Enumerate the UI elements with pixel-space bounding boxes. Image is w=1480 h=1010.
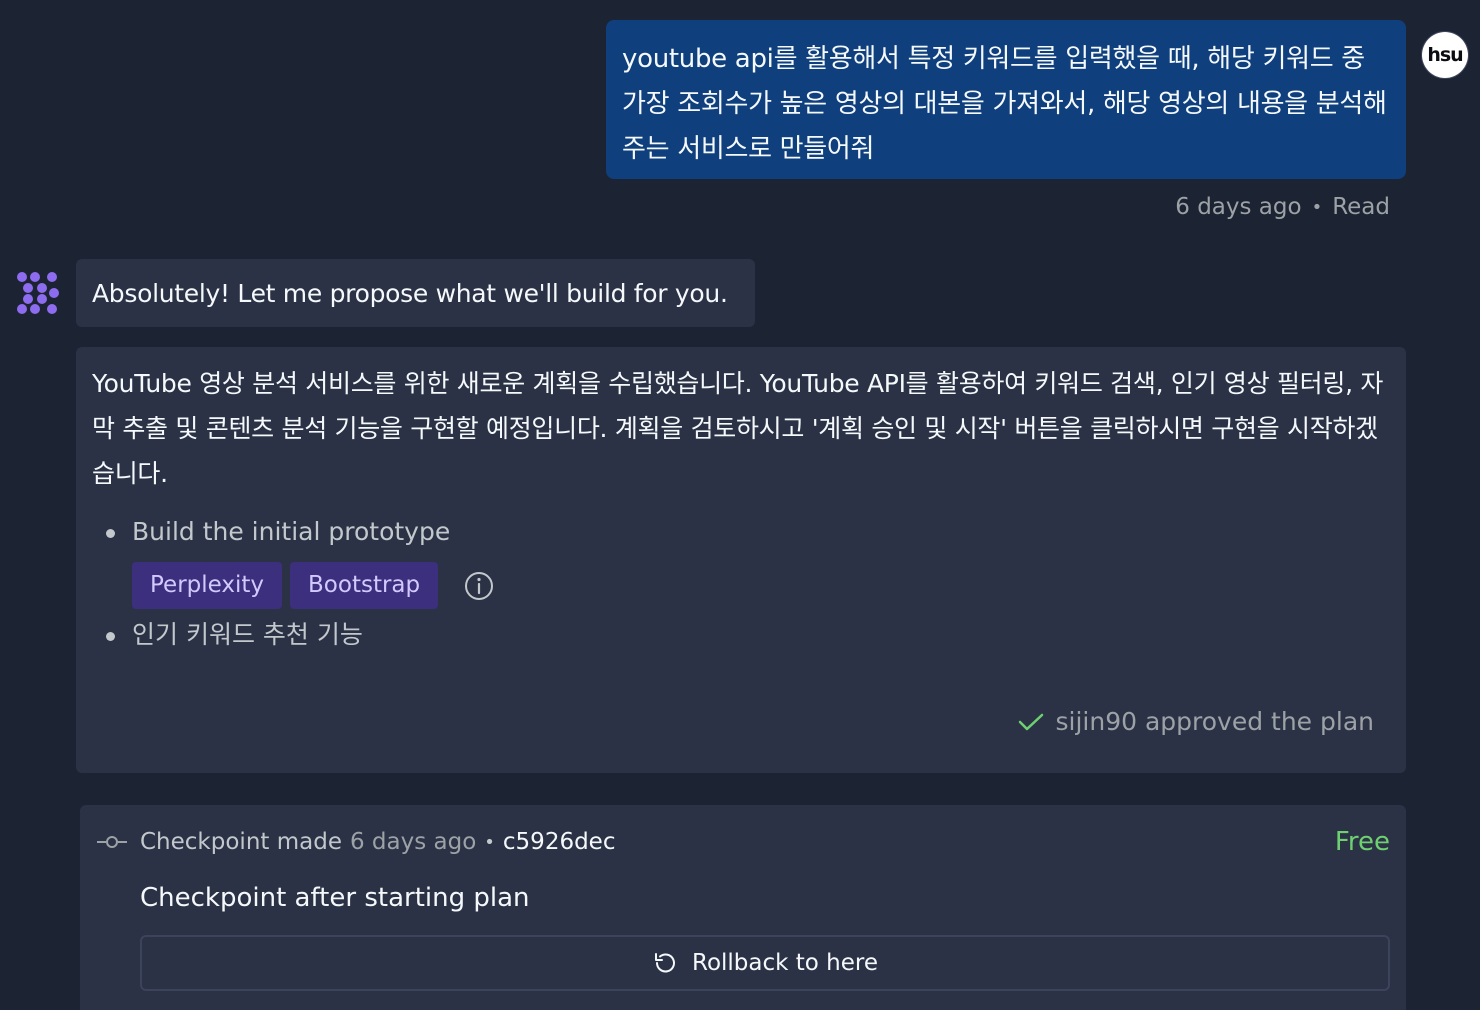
- plan-item-label: Build the initial prototype: [132, 517, 451, 546]
- plan-item-label: 인기 키워드 추천 기능: [132, 620, 363, 649]
- check-icon: [1018, 713, 1043, 730]
- info-icon[interactable]: [464, 571, 494, 601]
- checkpoint-hash[interactable]: c5926dec: [503, 829, 616, 855]
- user-message-bubble: youtube api를 활용해서 특정 키워드를 입력했을 때, 해당 키워드…: [606, 20, 1406, 179]
- checkpoint-label: Checkpoint made: [140, 829, 342, 855]
- plan-item-tags: Perplexity Bootstrap: [132, 562, 1390, 609]
- commit-icon: [97, 836, 127, 848]
- plan-list: Build the initial prototype: [92, 512, 1390, 552]
- tag-bootstrap[interactable]: Bootstrap: [290, 562, 439, 609]
- checkpoint-card: Checkpoint made 6 days ago • c5926dec Fr…: [80, 805, 1406, 1010]
- checkpoint-title: Checkpoint after starting plan: [140, 883, 530, 913]
- avatar-text: hsu: [1422, 32, 1468, 78]
- checkpoint-header: Checkpoint made 6 days ago • c5926dec: [96, 829, 615, 855]
- meta-separator: •: [1311, 196, 1323, 218]
- checkpoint-cost-badge: Free: [1334, 827, 1390, 857]
- rollback-label: Rollback to here: [692, 950, 878, 976]
- plan-item: Build the initial prototype: [92, 512, 1390, 552]
- plan-list-continued: 인기 키워드 추천 기능: [92, 615, 1390, 655]
- agent-intro-bubble: Absolutely! Let me propose what we'll bu…: [76, 259, 755, 327]
- agent-intro-text: Absolutely! Let me propose what we'll bu…: [92, 278, 728, 308]
- user-message-text: youtube api를 활용해서 특정 키워드를 입력했을 때, 해당 키워드…: [622, 44, 1387, 164]
- approval-text: sijin90 approved the plan: [1055, 707, 1375, 736]
- user-avatar[interactable]: hsu: [1421, 31, 1469, 79]
- undo-icon: [655, 953, 675, 973]
- checkpoint-time: 6 days ago: [349, 829, 477, 855]
- plan-description: YouTube 영상 분석 서비스를 위한 새로운 계획을 수립했습니다. Yo…: [92, 369, 1384, 488]
- agent-logo-icon: [17, 272, 59, 314]
- read-status: Read: [1332, 194, 1390, 220]
- plan-item: 인기 키워드 추천 기능: [92, 615, 1390, 655]
- plan-approval: sijin90 approved the plan: [1018, 707, 1375, 736]
- tag-perplexity[interactable]: Perplexity: [132, 562, 283, 609]
- message-timestamp: 6 days ago: [1175, 194, 1302, 220]
- rollback-button[interactable]: Rollback to here: [140, 935, 1390, 991]
- message-meta: 6 days ago • Read: [1175, 194, 1390, 220]
- checkpoint-separator: •: [484, 831, 495, 853]
- plan-card: YouTube 영상 분석 서비스를 위한 새로운 계획을 수립했습니다. Yo…: [76, 347, 1406, 773]
